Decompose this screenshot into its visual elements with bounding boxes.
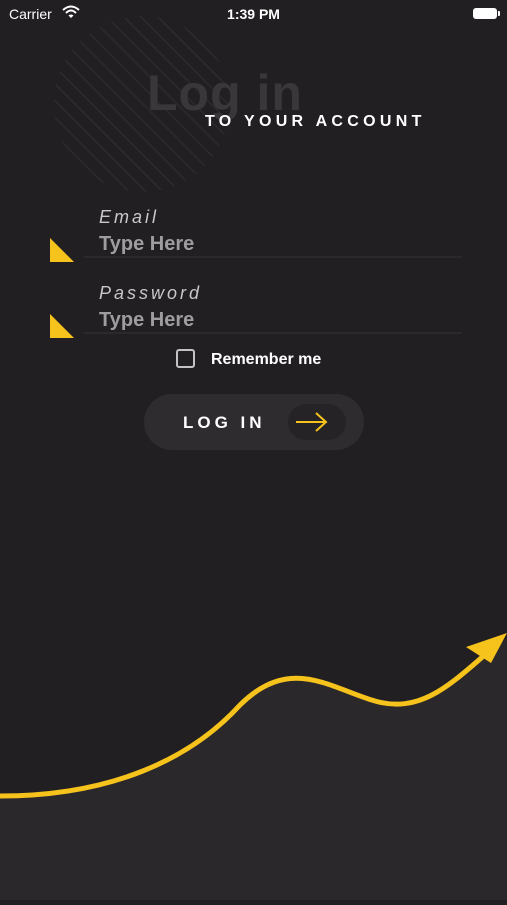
email-label: Email — [99, 207, 160, 227]
page-title: Log in — [147, 65, 303, 121]
password-field[interactable] — [99, 306, 459, 334]
password-underline — [84, 332, 462, 334]
triangle-marker-icon — [50, 238, 74, 267]
login-button-label: LOG IN — [183, 413, 266, 432]
decorative-wave — [0, 600, 507, 905]
email-underline — [84, 256, 462, 258]
login-button[interactable]: LOG IN — [144, 394, 364, 450]
password-label: Password — [99, 283, 203, 303]
battery-icon — [473, 8, 500, 19]
page-subtitle: TO YOUR ACCOUNT — [205, 113, 426, 130]
triangle-marker-icon — [50, 314, 74, 343]
remember-checkbox[interactable] — [176, 349, 195, 368]
remember-label[interactable]: Remember me — [211, 351, 321, 369]
email-field[interactable] — [99, 230, 459, 258]
arrow-right-icon — [295, 411, 329, 438]
